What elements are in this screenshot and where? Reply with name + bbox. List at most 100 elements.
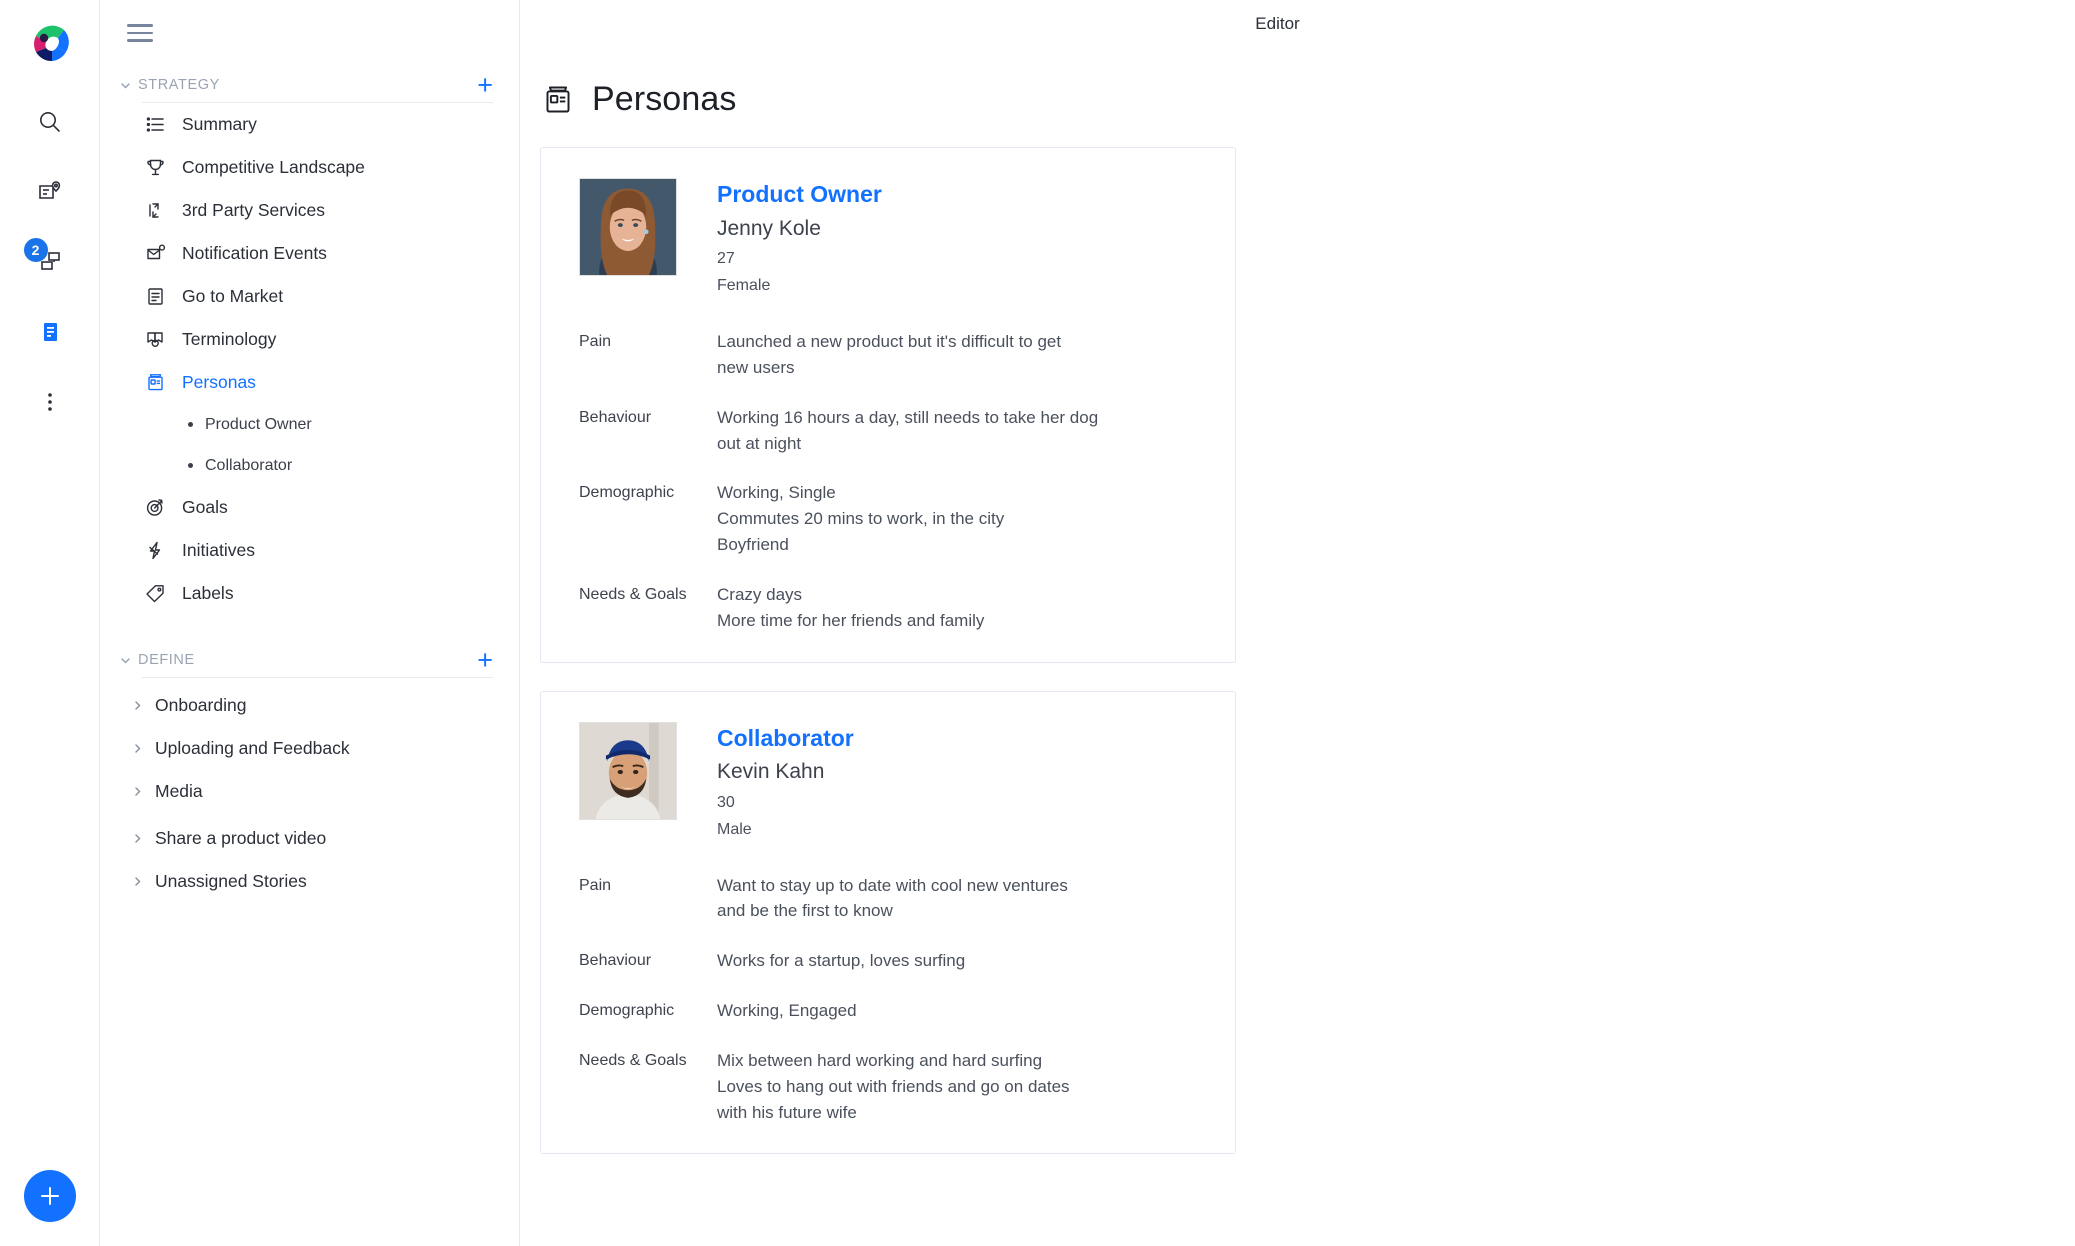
chevron-right-icon[interactable]: [128, 875, 146, 888]
attribute-line: Boyfriend: [717, 535, 789, 555]
add-strategy-item-button[interactable]: +: [477, 71, 493, 99]
sidebar-item-label: Summary: [182, 114, 257, 134]
sidebar-item-notification-events[interactable]: Notification Events: [100, 232, 519, 275]
attribute-row: Needs & Goals Mix between hard working a…: [579, 1048, 1205, 1125]
sidebar-item-label: Notification Events: [182, 243, 327, 263]
persona-card-header: Product Owner Jenny Kole 27 Female: [579, 178, 1205, 295]
sidebar-item-terminology[interactable]: Terminology: [100, 318, 519, 361]
attribute-label: Demographic: [579, 484, 675, 502]
sidebar-item-label: Go to Market: [182, 286, 284, 306]
sidebar-section-define[interactable]: DEFINE +: [100, 643, 519, 677]
editor-mode-label: Editor: [1255, 14, 1300, 33]
sidebar-item-unassigned-stories[interactable]: Unassigned Stories: [100, 860, 519, 903]
persona-attributes: Pain Launched a new product but it's dif…: [579, 329, 1205, 633]
chevron-right-icon[interactable]: [128, 785, 146, 798]
persona-age: 30: [717, 793, 735, 811]
board-icon[interactable]: 2: [23, 236, 76, 288]
hamburger-icon[interactable]: [127, 24, 153, 42]
attribute-row: Behaviour Working 16 hours a day, still …: [579, 405, 1205, 457]
integration-icon: [144, 200, 166, 222]
chevron-right-icon[interactable]: [128, 699, 146, 712]
attribute-label: Pain: [579, 876, 612, 894]
attribute-label: Pain: [579, 333, 612, 351]
target-icon: [144, 497, 166, 519]
search-icon[interactable]: [24, 96, 76, 148]
persona-card[interactable]: Collaborator Kevin Kahn 30 Male Pain Wan…: [540, 690, 1236, 1155]
persona-cards-list: Product Owner Jenny Kole 27 Female Pain …: [520, 147, 2075, 1155]
sidebar: STRATEGY + Summary Competitive Landscape…: [100, 0, 520, 1246]
attribute-row: Demographic Working, Single Commutes 20 …: [579, 480, 1205, 557]
section-title-strategy: STRATEGY: [138, 77, 220, 93]
more-options-icon[interactable]: [24, 376, 76, 428]
sidebar-item-personas[interactable]: Personas: [100, 361, 519, 404]
persona-card-icon: [540, 82, 576, 118]
app-root: 2 STRATEGY + Summary Competitive Landsca…: [0, 0, 2075, 1246]
map-document-icon[interactable]: [24, 166, 76, 218]
notification-mail-icon: [144, 243, 166, 265]
avatar: [579, 721, 677, 820]
sidebar-item-uploading-and-feedback[interactable]: Uploading and Feedback: [100, 727, 519, 770]
avatar: [579, 178, 677, 276]
persona-identity: Collaborator Kevin Kahn 30 Male: [717, 722, 854, 839]
section-title-define: DEFINE: [138, 652, 195, 668]
sidebar-item-goals[interactable]: Goals: [100, 486, 519, 529]
persona-name: Jenny Kole: [717, 216, 821, 240]
sidebar-item-competitive-landscape[interactable]: Competitive Landscape: [100, 146, 519, 189]
document-lines-icon: [144, 286, 166, 308]
persona-attributes: Pain Want to stay up to date with cool n…: [579, 873, 1205, 1126]
sidebar-item-label: Uploading and Feedback: [155, 738, 350, 758]
attribute-label: Needs & Goals: [579, 585, 687, 603]
sidebar-section-strategy[interactable]: STRATEGY +: [100, 68, 519, 102]
sidebar-item-label: Personas: [182, 372, 256, 392]
sidebar-item-media[interactable]: Media: [100, 770, 519, 813]
chevron-right-icon[interactable]: [128, 742, 146, 755]
attribute-row: Pain Launched a new product but it's dif…: [579, 329, 1205, 381]
attribute-line: More time for her friends and family: [717, 610, 985, 630]
chevron-down-icon[interactable]: [116, 654, 134, 667]
sidebar-item-label: Initiatives: [182, 540, 255, 560]
attribute-line: with his future wife: [717, 1102, 857, 1122]
main-content: Editor Personas Product Owner Jenny Kole…: [520, 0, 2075, 1246]
icon-rail: 2: [0, 0, 100, 1246]
sidebar-item-share-a-product-video[interactable]: Share a product video: [100, 817, 519, 860]
bolt-icon: [144, 540, 166, 562]
attribute-value: Crazy days More time for her friends and…: [717, 582, 984, 634]
page-header: Personas: [540, 80, 2075, 119]
sidebar-toolbar: [100, 8, 519, 58]
attribute-line: Crazy days: [717, 584, 803, 604]
persona-card[interactable]: Product Owner Jenny Kole 27 Female Pain …: [540, 147, 1236, 663]
persona-card-icon: [144, 372, 166, 394]
sidebar-item-labels[interactable]: Labels: [100, 572, 519, 615]
chevron-right-icon[interactable]: [128, 832, 146, 845]
attribute-value: Working, Engaged: [717, 998, 857, 1024]
sidebar-item-go-to-market[interactable]: Go to Market: [100, 275, 519, 318]
document-icon[interactable]: [24, 306, 76, 358]
trophy-icon: [144, 157, 166, 179]
sidebar-item-3rd-party-services[interactable]: 3rd Party Services: [100, 189, 519, 232]
persona-role-link[interactable]: Product Owner: [717, 180, 882, 209]
create-new-button[interactable]: [24, 1170, 76, 1222]
persona-age: 27: [717, 250, 735, 268]
bullet-icon: [188, 463, 193, 468]
attribute-line: Working, Single: [717, 483, 836, 503]
sidebar-item-label: 3rd Party Services: [182, 200, 325, 220]
chevron-down-icon[interactable]: [116, 79, 134, 92]
persona-gender: Male: [717, 820, 752, 838]
attribute-line: Commutes 20 mins to work, in the city: [717, 509, 1005, 529]
notification-badge: 2: [23, 238, 48, 262]
sidebar-item-label: Unassigned Stories: [155, 871, 307, 891]
sidebar-item-onboarding[interactable]: Onboarding: [100, 684, 519, 727]
attribute-line: new users: [717, 357, 795, 377]
craft-logo[interactable]: [24, 18, 76, 70]
sidebar-item-initiatives[interactable]: Initiatives: [100, 529, 519, 572]
attribute-row: Needs & Goals Crazy days More time for h…: [579, 582, 1205, 634]
sidebar-subitem-product-owner[interactable]: Product Owner: [100, 404, 519, 445]
persona-role-link[interactable]: Collaborator: [717, 724, 854, 753]
sidebar-subitem-collaborator[interactable]: Collaborator: [100, 445, 519, 486]
attribute-row: Pain Want to stay up to date with cool n…: [579, 873, 1205, 925]
attribute-label: Behaviour: [579, 408, 652, 426]
add-define-item-button[interactable]: +: [477, 646, 493, 674]
attribute-value: Working 16 hours a day, still needs to t…: [717, 405, 1098, 457]
sidebar-item-summary[interactable]: Summary: [100, 103, 519, 146]
attribute-value: Mix between hard working and hard surfin…: [717, 1048, 1070, 1125]
